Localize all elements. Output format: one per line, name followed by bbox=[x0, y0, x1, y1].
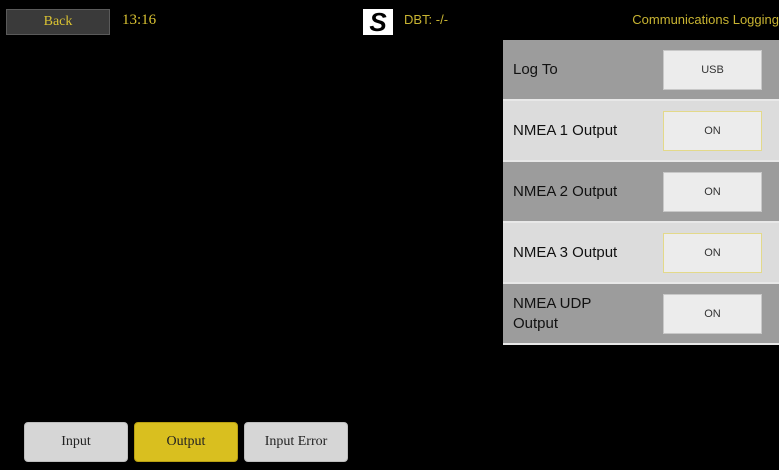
settings-panel: Log To USB NMEA 1 Output ON NMEA 2 Outpu… bbox=[503, 40, 779, 345]
log-to-button[interactable]: USB bbox=[663, 49, 762, 90]
depth-readout: DBT: -/- bbox=[404, 12, 449, 27]
setting-label: Log To bbox=[513, 60, 558, 78]
setting-row-nmea2: NMEA 2 Output ON bbox=[503, 162, 779, 223]
brand-logo-icon: S bbox=[363, 9, 393, 35]
setting-label: NMEA 2 Output bbox=[513, 182, 618, 200]
setting-row-nmea3: NMEA 3 Output ON bbox=[503, 223, 779, 284]
nmea1-output-toggle[interactable]: ON bbox=[663, 110, 762, 151]
logo-letter: S bbox=[369, 7, 387, 37]
tab-output[interactable]: Output bbox=[134, 422, 238, 462]
setting-row-log-to: Log To USB bbox=[503, 40, 779, 101]
top-bar: Back 13:16 S DBT: -/- Communications Log… bbox=[0, 0, 779, 38]
setting-label: NMEA 3 Output bbox=[513, 243, 618, 261]
tab-input[interactable]: Input bbox=[24, 422, 128, 462]
setting-row-nmea-udp: NMEA UDP Output ON bbox=[503, 284, 779, 345]
page-title: Communications Logging bbox=[632, 12, 779, 27]
tab-input-error[interactable]: Input Error bbox=[244, 422, 348, 462]
nmea3-output-toggle[interactable]: ON bbox=[663, 232, 762, 273]
nmea-udp-output-toggle[interactable]: ON bbox=[663, 293, 762, 334]
nmea2-output-toggle[interactable]: ON bbox=[663, 171, 762, 212]
setting-label: NMEA UDP Output bbox=[513, 294, 592, 332]
clock: 13:16 bbox=[122, 12, 157, 28]
setting-label: NMEA 1 Output bbox=[513, 121, 618, 139]
back-button[interactable]: Back bbox=[6, 9, 110, 35]
setting-row-nmea1: NMEA 1 Output ON bbox=[503, 101, 779, 162]
